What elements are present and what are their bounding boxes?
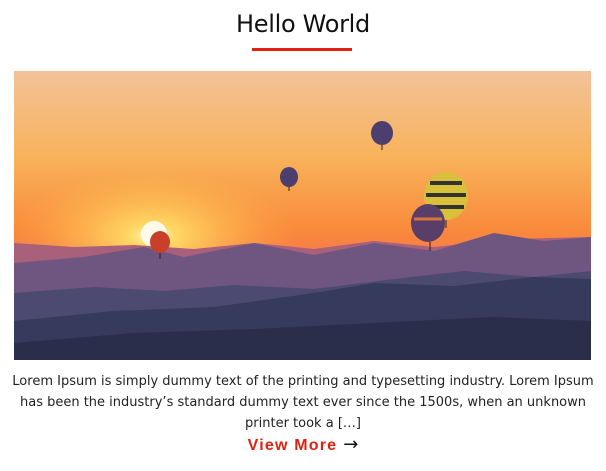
title-underline <box>252 48 352 51</box>
post-excerpt: Lorem Ipsum is simply dummy text of the … <box>12 374 594 431</box>
arrow-right-icon[interactable]: → <box>343 434 358 455</box>
featured-image-hot-air-balloons-sunset[interactable] <box>14 71 591 360</box>
view-more-row: View More → <box>0 434 606 455</box>
view-more-link[interactable]: View More <box>248 437 338 454</box>
post-title[interactable]: Hello World <box>0 10 606 38</box>
